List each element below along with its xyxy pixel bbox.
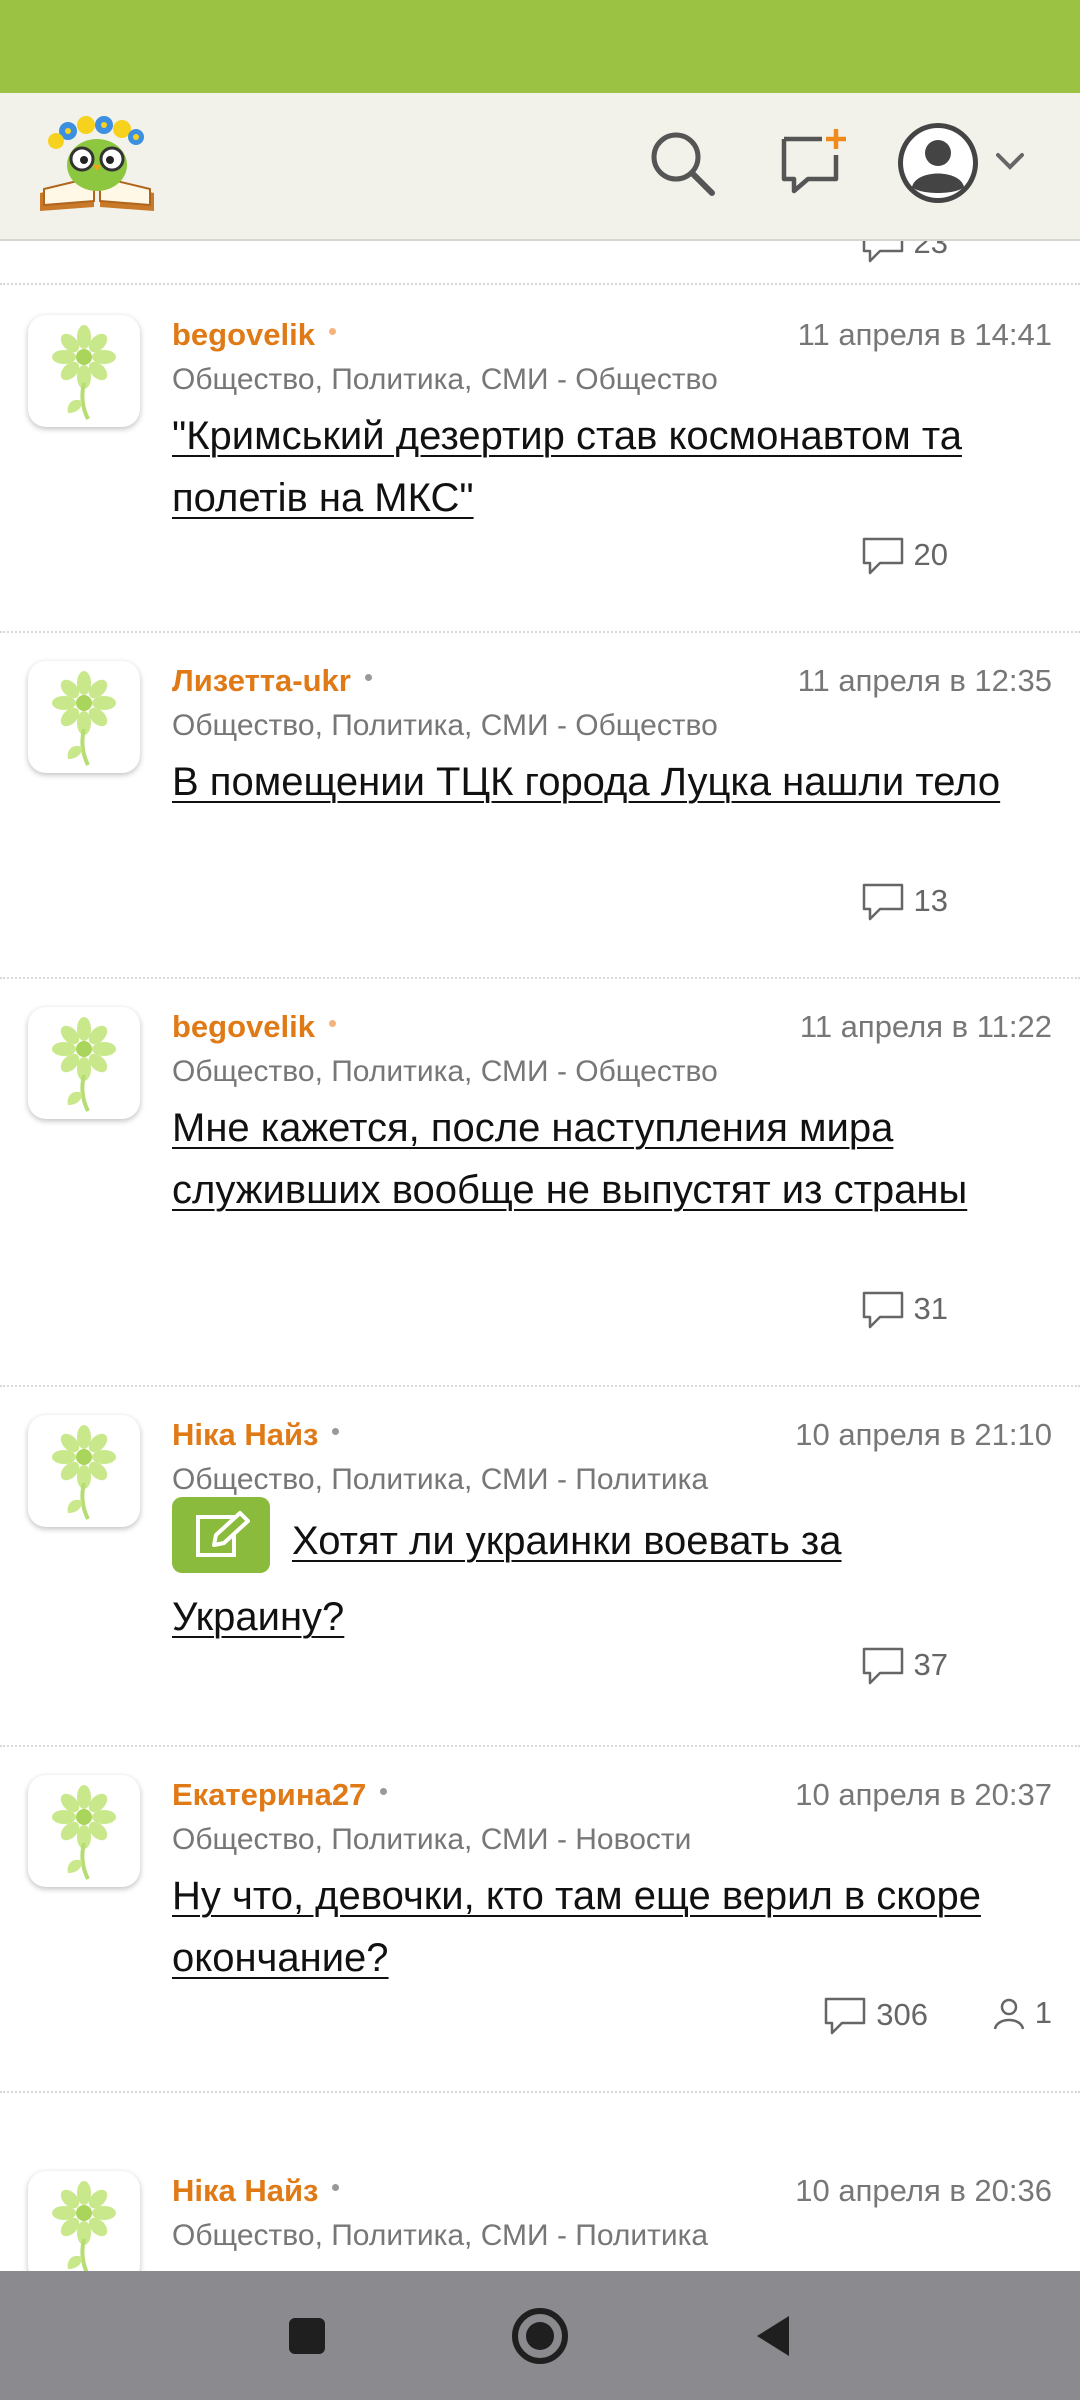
author-link[interactable]: Лизетта-ukr: [172, 663, 372, 699]
comments-count[interactable]: 13: [860, 881, 948, 921]
user-avatar-icon: [898, 123, 1024, 203]
search-icon[interactable]: [642, 123, 722, 203]
flower-avatar-icon: [52, 325, 116, 420]
comment-icon: [862, 883, 903, 921]
avatar[interactable]: [28, 661, 140, 773]
status-dot: [332, 2184, 340, 2192]
comment-icon: [862, 241, 903, 263]
new-message-plus-icon[interactable]: [774, 123, 854, 203]
avatar[interactable]: [28, 1775, 140, 1887]
post-date: 11 апреля в 11:22: [799, 1009, 1052, 1044]
readers-count[interactable]: 1: [991, 1995, 1052, 2031]
avatar[interactable]: [28, 315, 140, 427]
post-title-link[interactable]: "Кримський дезертир став космонавтом та …: [172, 405, 1022, 529]
app-header: [0, 93, 1080, 241]
comment-icon: [862, 1647, 903, 1685]
post-category[interactable]: Общество, Политика, СМИ - Общество: [172, 363, 718, 397]
flower-avatar-icon: [52, 1785, 116, 1880]
comments-count[interactable]: 37: [860, 1645, 948, 1685]
comments-count[interactable]: 306: [822, 1995, 928, 2035]
comments-count[interactable]: 20: [860, 535, 948, 575]
post-category[interactable]: Общество, Политика, СМИ - Новости: [172, 1823, 691, 1857]
avatar[interactable]: [28, 1415, 140, 1527]
list-item[interactable]: begovelik 11 апреля в 14:41 Общество, По…: [0, 287, 1080, 633]
flower-avatar-icon: [52, 2181, 116, 2271]
owl-book-logo-icon[interactable]: [32, 107, 162, 217]
triangle-back-icon[interactable]: [740, 2301, 810, 2371]
comment-icon: [862, 537, 903, 575]
comment-icon: [862, 1291, 903, 1329]
circle-home-icon[interactable]: [505, 2301, 575, 2371]
post-title-link[interactable]: Ну что, девочки, кто там еще верил в ско…: [172, 1865, 1022, 1989]
poll-edit-icon: [172, 1497, 270, 1574]
topic-feed[interactable]: 23 begovelik 11 апреля в 14:41 Общество,…: [0, 241, 1080, 2271]
comments-count[interactable]: 23: [860, 241, 948, 263]
post-date: 11 апреля в 14:41: [797, 317, 1052, 352]
flower-avatar-icon: [52, 1017, 116, 1112]
author-link[interactable]: Ніка Найз: [172, 2173, 340, 2209]
avatar[interactable]: [28, 1007, 140, 1119]
list-item[interactable]: Лизетта-ukr 11 апреля в 12:35 Общество, …: [0, 633, 1080, 979]
post-category[interactable]: Общество, Политика, СМИ - Политика: [172, 2219, 708, 2253]
author-link[interactable]: begovelik: [172, 1009, 336, 1045]
post-category[interactable]: Общество, Политика, СМИ - Политика: [172, 1463, 708, 1497]
comment-icon: [825, 1997, 866, 2035]
previous-post-stub: 23: [0, 241, 1080, 285]
status-dot: [332, 1428, 340, 1436]
profile-menu-button[interactable]: [898, 115, 1038, 211]
post-title-link[interactable]: В помещении ТЦК города Луцка нашли тело: [172, 751, 1022, 813]
author-link[interactable]: begovelik: [172, 317, 336, 353]
author-link[interactable]: Ніка Найз: [172, 1417, 340, 1453]
square-recents-icon[interactable]: [272, 2301, 342, 2371]
online-status-dot: [329, 328, 336, 336]
flower-avatar-icon: [52, 671, 116, 766]
author-link[interactable]: Екатерина27: [172, 1777, 388, 1813]
flower-avatar-icon: [52, 1425, 116, 1520]
person-icon: [993, 1998, 1024, 2030]
status-bar: [0, 0, 1080, 93]
post-date: 10 апреля в 21:10: [795, 1417, 1052, 1452]
status-dot: [380, 1788, 388, 1796]
post-title-link[interactable]: Мне кажется, после наступления мира служ…: [172, 1097, 1022, 1221]
list-item[interactable]: Ніка Найз 10 апреля в 20:36 Общество, По…: [0, 2143, 1080, 2271]
post-date: 11 апреля в 12:35: [797, 663, 1052, 698]
post-date: 10 апреля в 20:37: [795, 1777, 1052, 1812]
system-nav-bar: [0, 2271, 1080, 2400]
status-dot: [364, 674, 372, 682]
avatar[interactable]: [28, 2171, 140, 2271]
post-category[interactable]: Общество, Политика, СМИ - Общество: [172, 709, 718, 743]
post-category[interactable]: Общество, Политика, СМИ - Общество: [172, 1055, 718, 1089]
list-item[interactable]: Ніка Найз 10 апреля в 21:10 Общество, По…: [0, 1387, 1080, 1747]
post-title-link[interactable]: Хотят ли украинки воевать за Украину?: [172, 1497, 1022, 1653]
list-item[interactable]: begovelik 11 апреля в 11:22 Общество, По…: [0, 979, 1080, 1387]
post-date: 10 апреля в 20:36: [795, 2173, 1052, 2208]
list-item[interactable]: Екатерина27 10 апреля в 20:37 Общество, …: [0, 1747, 1080, 2093]
comments-count[interactable]: 31: [860, 1289, 948, 1329]
online-status-dot: [329, 1020, 336, 1028]
chevron-down-icon: [996, 153, 1024, 170]
